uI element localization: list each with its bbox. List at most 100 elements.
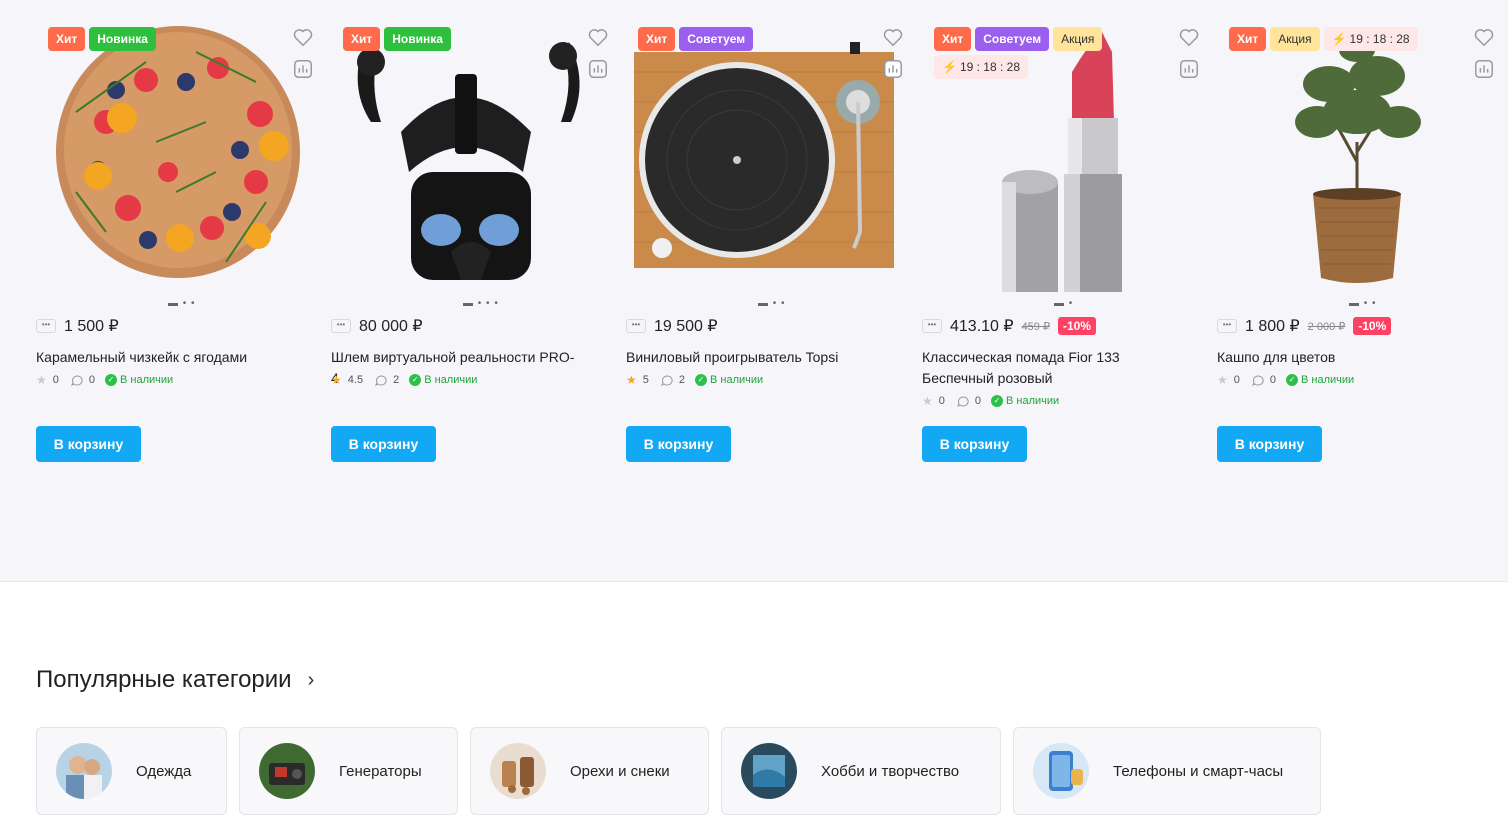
old-price: 459 ₽ — [1021, 320, 1050, 333]
discount-badge: -10% — [1057, 317, 1096, 335]
heart-icon[interactable] — [882, 26, 904, 48]
compare-icon[interactable] — [1178, 58, 1200, 80]
product-meta: ★ 0 0 ✓ В наличии — [1217, 373, 1354, 387]
products-section: Хит Новинка ▬ • • ••• 1 500 ₽ Карамельны… — [0, 0, 1508, 582]
category-phones-watches[interactable]: Телефоны и смарт-часы — [1013, 727, 1321, 815]
badge-sale: Акция — [1053, 27, 1103, 51]
rating: 0 — [1233, 374, 1240, 386]
price: 1 500 ₽ — [64, 318, 119, 335]
image-pager[interactable]: ▬ • • • — [463, 298, 499, 309]
star-icon: ★ — [1217, 373, 1228, 387]
category-thumbnail — [1033, 743, 1089, 799]
compare-icon[interactable] — [882, 58, 904, 80]
add-to-cart-button[interactable]: В корзину — [922, 426, 1027, 462]
lightning-icon: ⚡ — [942, 60, 957, 74]
price: 80 000 ₽ — [359, 318, 423, 335]
more-icon[interactable]: ••• — [331, 319, 351, 333]
compare-icon[interactable] — [292, 58, 314, 80]
category-hobby[interactable]: Хобби и творчество — [721, 727, 1001, 815]
product-card[interactable]: Хит Советуем Акция ⚡ 19 : 18 : 28 ▬ • •••… — [922, 0, 1217, 480]
category-generators[interactable]: Генераторы — [239, 727, 458, 815]
compare-icon[interactable] — [1473, 58, 1495, 80]
check-icon: ✓ — [1286, 374, 1299, 386]
chevron-right-icon[interactable]: › — [308, 669, 315, 692]
compare-icon[interactable] — [587, 58, 609, 80]
section-title-label: Популярные категории — [36, 666, 292, 693]
badge-recommend: Советуем — [679, 27, 754, 51]
product-meta: ★ 5 2 ✓ В наличии — [626, 373, 763, 387]
rating: 0 — [52, 374, 59, 386]
badge-hit: Хит — [48, 27, 86, 51]
product-card[interactable]: Хит Советуем ▬ • • ••• 19 500 ₽ Виниловы… — [626, 0, 921, 480]
check-icon: ✓ — [991, 395, 1004, 407]
heart-icon[interactable] — [587, 26, 609, 48]
rating: 5 — [642, 374, 649, 386]
stock-status: ✓ В наличии — [409, 374, 477, 386]
badge-recommend: Советуем — [975, 27, 1050, 51]
category-thumbnail — [741, 743, 797, 799]
add-to-cart-button[interactable]: В корзину — [626, 426, 731, 462]
heart-icon[interactable] — [1473, 26, 1495, 48]
category-nuts-snacks[interactable]: Орехи и снеки — [470, 727, 709, 815]
lightning-icon: ⚡ — [1331, 32, 1347, 46]
badge-new: Новинка — [89, 27, 156, 51]
comment-icon — [375, 374, 387, 386]
more-icon[interactable]: ••• — [626, 319, 646, 333]
check-icon: ✓ — [105, 374, 118, 386]
badges: Хит Акция ⚡ 19 : 18 : 28 — [1229, 27, 1449, 51]
price: 413.10 ₽ — [950, 318, 1014, 335]
price-row: ••• 1 800 ₽ 2 000 ₽ -10% — [1217, 316, 1392, 336]
star-icon: ★ — [331, 373, 342, 387]
product-title[interactable]: Карамельный чизкейк с ягодами — [36, 347, 286, 368]
comment-icon — [1251, 374, 1264, 386]
product-title[interactable]: Виниловый проигрыватель Topsi — [626, 347, 876, 368]
price: 19 500 ₽ — [654, 318, 718, 335]
comment-icon — [956, 395, 969, 407]
comments-count: 0 — [974, 395, 982, 407]
product-meta: ★ 0 0 ✓ В наличии — [922, 394, 1059, 408]
image-pager[interactable]: ▬ • • — [758, 298, 786, 309]
more-icon[interactable]: ••• — [36, 319, 56, 333]
comments-count: 0 — [1269, 374, 1277, 386]
heart-icon[interactable] — [292, 26, 314, 48]
product-title[interactable]: Кашпо для цветов — [1217, 347, 1467, 368]
product-image[interactable] — [1217, 22, 1485, 292]
timer-badge: ⚡ 19 : 18 : 28 — [1323, 27, 1418, 51]
discount-badge: -10% — [1353, 317, 1392, 335]
image-pager[interactable]: ▬ • • — [1349, 298, 1377, 309]
badges: Хит Новинка — [343, 27, 563, 51]
category-label: Телефоны и смарт-часы — [1113, 762, 1284, 780]
check-icon: ✓ — [695, 374, 708, 386]
product-title[interactable]: Классическая помада Fior 133 Беспечный р… — [922, 347, 1172, 389]
product-card[interactable]: Хит Новинка ▬ • • ••• 1 500 ₽ Карамельны… — [36, 0, 331, 480]
product-image[interactable] — [331, 22, 599, 292]
add-to-cart-button[interactable]: В корзину — [331, 426, 436, 462]
badge-hit: Хит — [934, 27, 972, 51]
product-image[interactable] — [36, 22, 304, 292]
price-row: ••• 413.10 ₽ 459 ₽ -10% — [922, 316, 1096, 336]
badges: Хит Советуем Акция ⚡ 19 : 18 : 28 — [934, 27, 1154, 79]
heart-icon[interactable] — [1178, 26, 1200, 48]
product-card[interactable]: Хит Акция ⚡ 19 : 18 : 28 ▬ • • ••• 1 800 … — [1217, 0, 1508, 480]
product-image[interactable] — [626, 22, 894, 292]
more-icon[interactable]: ••• — [922, 319, 942, 333]
category-clothing[interactable]: Одежда — [36, 727, 227, 815]
price-row: ••• 19 500 ₽ — [626, 316, 718, 336]
more-icon[interactable]: ••• — [1217, 319, 1237, 333]
image-pager[interactable]: ▬ • — [1054, 298, 1073, 309]
add-to-cart-button[interactable]: В корзину — [36, 426, 141, 462]
popular-categories-title[interactable]: Популярные категории › — [36, 666, 314, 694]
category-label: Одежда — [136, 762, 192, 780]
badge-sale: Акция — [1270, 27, 1320, 51]
category-thumbnail — [259, 743, 315, 799]
product-card[interactable]: Хит Новинка ▬ • • • ••• 80 000 ₽ Шлем ви… — [331, 0, 626, 480]
timer-badge: ⚡ 19 : 18 : 28 — [934, 55, 1028, 79]
badge-new: Новинка — [384, 27, 451, 51]
price: 1 800 ₽ — [1245, 318, 1300, 335]
image-pager[interactable]: ▬ • • — [168, 298, 196, 309]
category-label: Генераторы — [339, 762, 422, 780]
add-to-cart-button[interactable]: В корзину — [1217, 426, 1322, 462]
category-thumbnail — [56, 743, 112, 799]
stock-status: ✓ В наличии — [1286, 374, 1354, 386]
product-meta: ★ 0 0 ✓ В наличии — [36, 373, 173, 387]
